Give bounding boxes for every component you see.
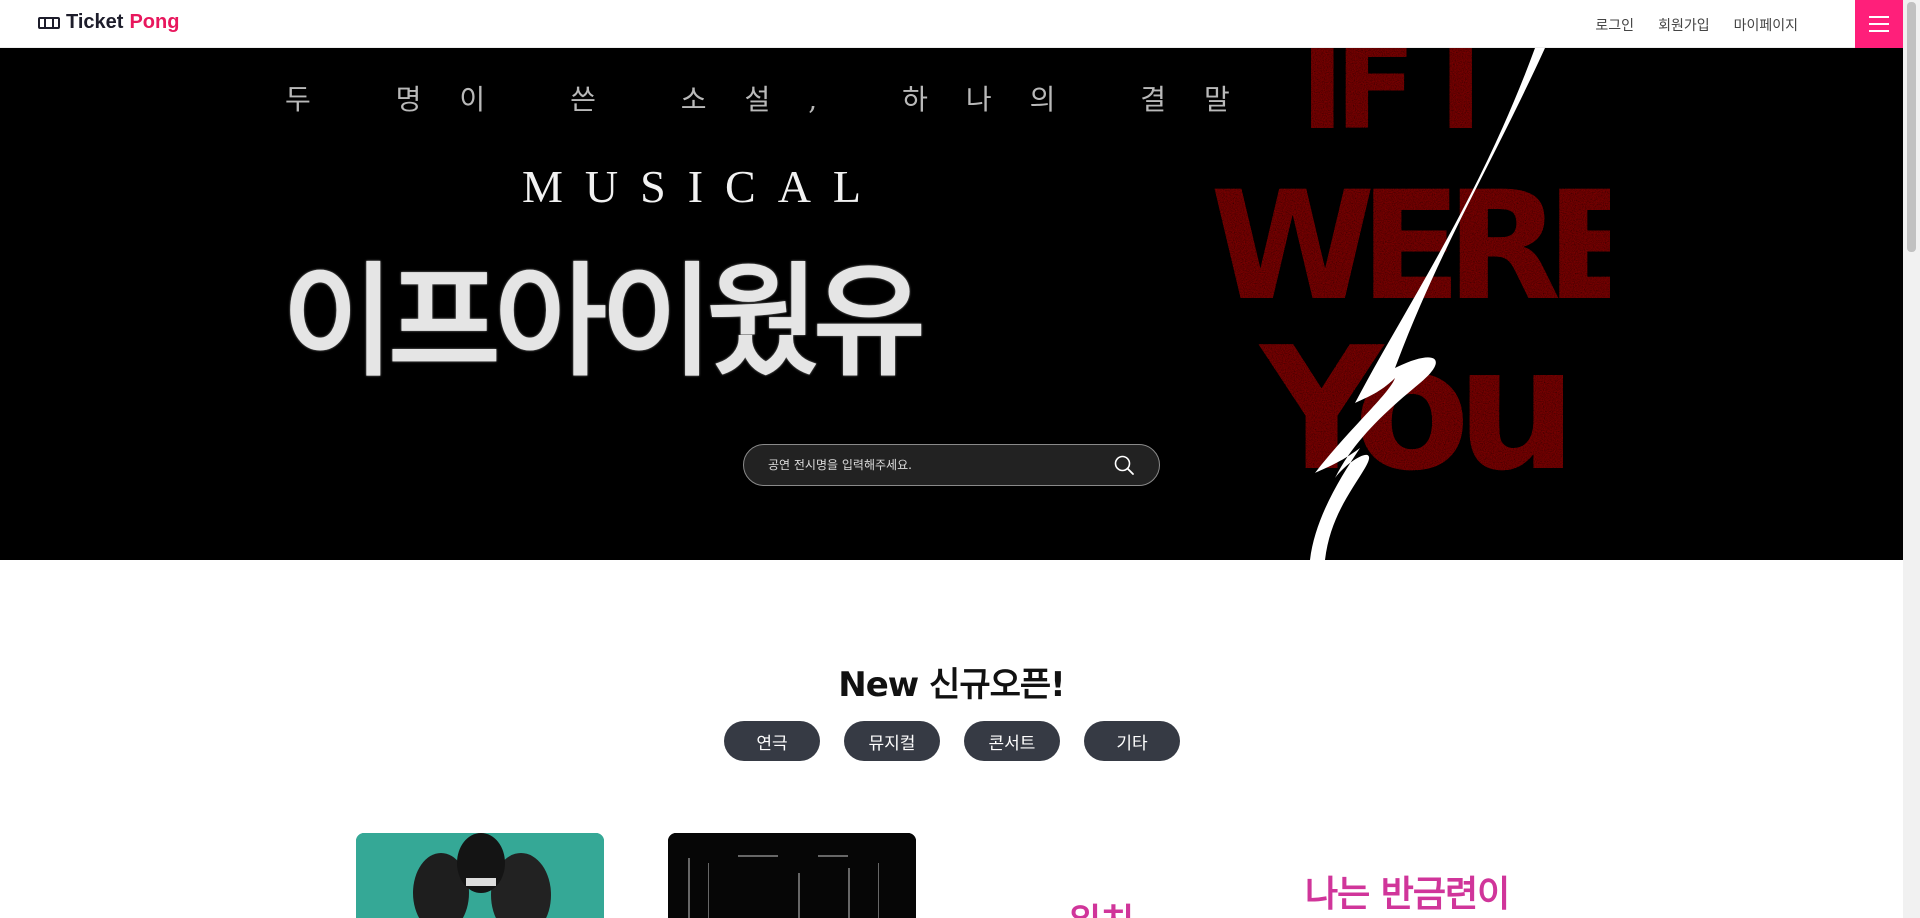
show-card[interactable]: [668, 833, 916, 918]
hero-category: MUSICAL: [522, 161, 884, 212]
site-logo[interactable]: Ticket Pong: [38, 11, 179, 34]
page-scrollbar[interactable]: [1903, 0, 1920, 918]
search-icon[interactable]: [1113, 454, 1135, 476]
svg-text:You: You: [1258, 311, 1563, 509]
poster-image: [356, 833, 604, 918]
mypage-link[interactable]: 마이페이지: [1734, 15, 1798, 35]
poster-image: [668, 833, 916, 918]
tab-musical[interactable]: 뮤지컬: [844, 721, 940, 761]
ticket-icon: [38, 16, 60, 29]
new-section-title: New 신규오픈!: [838, 665, 1065, 705]
site-header: Ticket Pong 로그인 회원가입 마이페이지: [0, 0, 1903, 48]
category-tabs: 연극 뮤지컬 콘서트 기타: [724, 721, 1180, 761]
tab-play[interactable]: 연극: [724, 721, 820, 761]
scrollbar-thumb[interactable]: [1907, 2, 1916, 252]
card-title-text: 워치: [1068, 893, 1134, 918]
tab-etc[interactable]: 기타: [1084, 721, 1180, 761]
logo-text-ticket: Ticket: [66, 11, 124, 33]
show-card[interactable]: 워치: [980, 833, 1228, 918]
card-title-text: 나는 반금련이: [1305, 874, 1510, 915]
svg-text:IF I: IF I: [1300, 48, 1473, 157]
show-card[interactable]: [356, 833, 604, 918]
hero-tagline: 두 명이 쓴 소설, 하나의 결말: [285, 83, 1268, 116]
search-input[interactable]: [768, 458, 1113, 472]
hero-banner[interactable]: 두 명이 쓴 소설, 하나의 결말 MUSICAL 이프아이웠유 IF I WE…: [0, 48, 1903, 560]
hero-show-title: 이프아이웠유: [282, 251, 925, 393]
tab-concert[interactable]: 콘서트: [964, 721, 1060, 761]
poster-artwork: IF I WERE You: [1190, 48, 1653, 560]
show-card[interactable]: 나는 반금련이: [1292, 833, 1540, 918]
logo-text-pong: Pong: [129, 11, 180, 33]
login-link[interactable]: 로그인: [1595, 15, 1634, 35]
hamburger-icon[interactable]: [1855, 0, 1903, 48]
top-nav: 로그인 회원가입 마이페이지: [1595, 15, 1798, 35]
search-bar[interactable]: [743, 444, 1160, 486]
signup-link[interactable]: 회원가입: [1658, 15, 1710, 35]
